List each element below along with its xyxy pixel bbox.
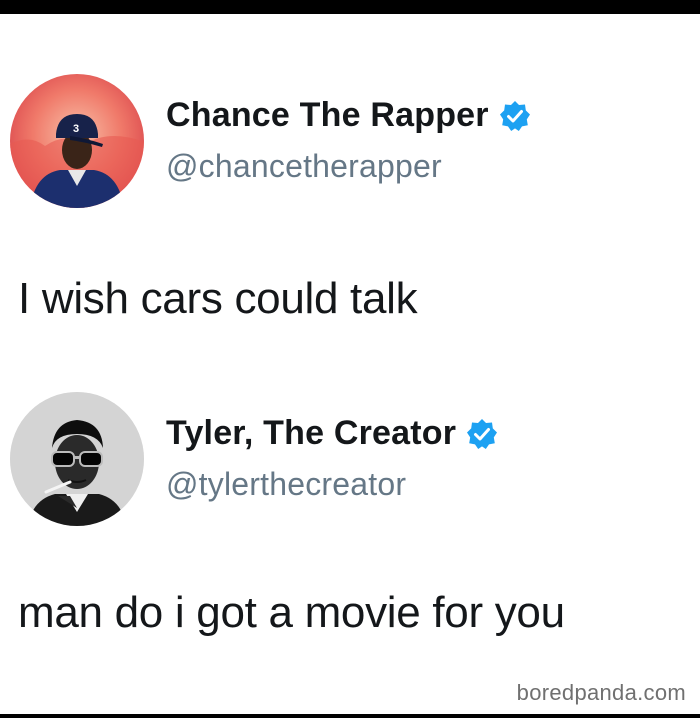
display-name[interactable]: Tyler, The Creator — [166, 414, 456, 453]
chance-avatar[interactable]: 3 — [10, 74, 144, 208]
handle[interactable]: @chancetherapper — [166, 148, 442, 185]
top-border — [0, 0, 700, 14]
tweet-text: I wish cars could talk — [18, 274, 418, 323]
tyler-avatar[interactable] — [10, 392, 144, 526]
bottom-border — [0, 714, 700, 718]
display-name[interactable]: Chance The Rapper — [166, 96, 489, 135]
watermark: boredpanda.com — [516, 680, 686, 705]
avatar-image — [10, 392, 144, 526]
verified-badge-icon — [499, 100, 531, 132]
handle[interactable]: @tylerthecreator — [166, 466, 406, 503]
avatar-image: 3 — [10, 74, 144, 208]
verified-badge-icon — [466, 418, 498, 450]
tweet-text: man do i got a movie for you — [18, 588, 565, 637]
cap-number: 3 — [73, 123, 79, 135]
